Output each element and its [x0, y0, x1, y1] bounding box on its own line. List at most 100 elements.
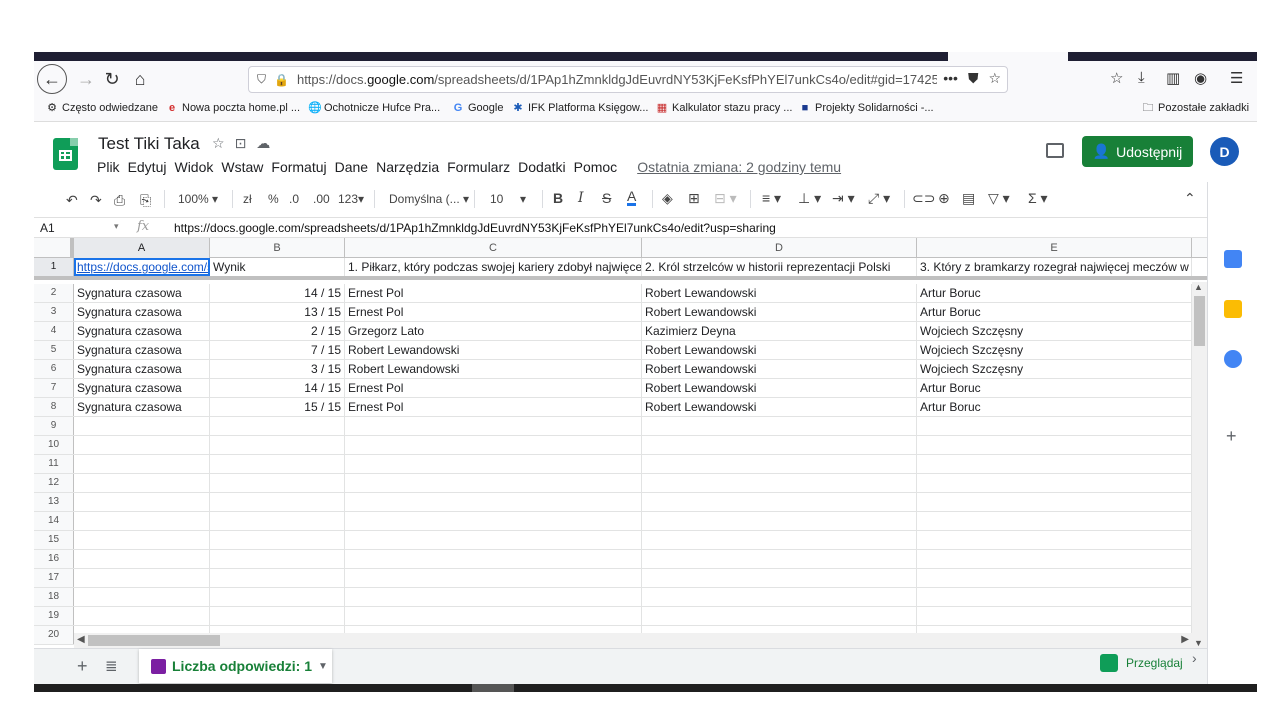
add-addon-icon[interactable]: + [1226, 426, 1237, 447]
table-cell[interactable] [345, 531, 642, 549]
table-cell[interactable] [210, 493, 345, 511]
table-cell[interactable]: Sygnatura czasowa [74, 341, 210, 359]
table-cell[interactable]: Ernest Pol [345, 284, 642, 302]
row-header[interactable]: 4 [34, 322, 74, 340]
table-cell[interactable] [917, 588, 1192, 606]
table-cell[interactable]: Ernest Pol [345, 398, 642, 416]
table-cell[interactable] [345, 569, 642, 587]
table-cell[interactable] [345, 588, 642, 606]
row-header[interactable]: 6 [34, 360, 74, 378]
table-cell[interactable]: 3 / 15 [210, 360, 345, 378]
table-cell[interactable] [642, 493, 917, 511]
table-cell[interactable] [74, 569, 210, 587]
table-cell[interactable]: Robert Lewandowski [642, 360, 917, 378]
star-icon[interactable]: ☆ [212, 135, 225, 152]
select-all-corner[interactable] [34, 238, 74, 258]
table-cell[interactable] [345, 550, 642, 568]
formula-input[interactable]: https://docs.google.com/spreadsheets/d/1… [174, 221, 776, 235]
table-cell[interactable] [74, 474, 210, 492]
row-header[interactable]: 10 [34, 436, 74, 454]
table-cell[interactable]: 13 / 15 [210, 303, 345, 321]
scroll-thumb[interactable] [1194, 296, 1205, 346]
row-header[interactable]: 16 [34, 550, 74, 568]
table-cell[interactable] [642, 607, 917, 625]
table-cell[interactable] [642, 512, 917, 530]
table-cell[interactable]: 2 / 15 [210, 322, 345, 340]
table-cell[interactable] [345, 455, 642, 473]
table-cell[interactable] [74, 550, 210, 568]
table-cell[interactable]: Sygnatura czasowa [74, 379, 210, 397]
table-cell[interactable] [210, 417, 345, 435]
table-cell[interactable]: Robert Lewandowski [345, 360, 642, 378]
cloud-status-icon[interactable]: ☁ [256, 135, 270, 152]
scroll-down-icon[interactable]: ▼ [1194, 638, 1203, 648]
bookmark-item[interactable]: ■ Projekty Solidarności -... [799, 102, 934, 114]
table-cell[interactable] [74, 531, 210, 549]
table-cell[interactable]: Robert Lewandowski [642, 341, 917, 359]
row-header[interactable]: 12 [34, 474, 74, 492]
table-cell[interactable] [210, 569, 345, 587]
chevron-down-icon[interactable]: ▼ [318, 661, 328, 672]
table-cell[interactable] [642, 417, 917, 435]
table-cell[interactable]: 14 / 15 [210, 379, 345, 397]
table-cell[interactable]: Sygnatura czasowa [74, 284, 210, 302]
bookmark-item[interactable]: ▦ Kalkulator stazu pracy ... [656, 102, 793, 114]
text-color-button[interactable]: A [627, 189, 637, 206]
italic-button[interactable]: I [578, 190, 584, 206]
bookmark-item[interactable]: 🌐 Ochotnicze Hufce Pra... [308, 102, 440, 114]
table-cell[interactable] [74, 607, 210, 625]
table-cell[interactable] [917, 569, 1192, 587]
table-cell[interactable] [74, 512, 210, 530]
row-header[interactable]: 8 [34, 398, 74, 416]
table-cell[interactable] [345, 474, 642, 492]
pocket-icon[interactable]: ⛊ [968, 70, 979, 87]
menu-plik[interactable]: Plik [97, 159, 120, 175]
chevron-down-icon[interactable]: ▾ [114, 221, 119, 232]
table-cell[interactable] [210, 474, 345, 492]
table-cell[interactable]: Kazimierz Deyna [642, 322, 917, 340]
fill-color-icon[interactable]: ◈ [662, 190, 673, 207]
add-sheet-icon[interactable]: + [77, 656, 88, 677]
bookmarks-icon[interactable]: ☆ [1110, 69, 1123, 87]
all-sheets-icon[interactable]: ≣ [105, 657, 118, 675]
table-cell[interactable] [210, 550, 345, 568]
row-header[interactable]: 5 [34, 341, 74, 359]
table-cell[interactable]: Robert Lewandowski [642, 379, 917, 397]
insert-comment-icon[interactable]: ⊕ [938, 190, 950, 207]
redo-icon[interactable]: ↷ [90, 192, 102, 209]
table-cell[interactable]: Grzegorz Lato [345, 322, 642, 340]
table-cell[interactable] [74, 417, 210, 435]
collapse-menus-icon[interactable]: ⌃ [1184, 190, 1196, 207]
bookmark-item[interactable]: G Google [452, 102, 504, 114]
table-cell[interactable]: Sygnatura czasowa [74, 360, 210, 378]
table-cell[interactable]: Ernest Pol [345, 303, 642, 321]
tasks-icon[interactable] [1224, 350, 1242, 368]
table-cell[interactable]: Robert Lewandowski [345, 341, 642, 359]
calendar-icon[interactable] [1224, 250, 1242, 268]
decrease-decimal-button[interactable]: .0 [289, 192, 299, 206]
menu-wstaw[interactable]: Wstaw [221, 159, 263, 175]
row-header[interactable]: 18 [34, 588, 74, 606]
column-header-b[interactable]: B [210, 238, 345, 258]
scroll-thumb[interactable] [88, 635, 220, 646]
cell-e1[interactable]: 3. Który z bramkarzy rozegrał najwięcej … [917, 258, 1192, 276]
table-cell[interactable]: Artur Boruc [917, 303, 1192, 321]
font-size-select[interactable]: 10 ▾ [490, 192, 526, 206]
table-cell[interactable] [917, 436, 1192, 454]
row-header[interactable]: 13 [34, 493, 74, 511]
bookmark-star-icon[interactable]: ☆ [988, 70, 1001, 87]
more-formats-select[interactable]: 123▾ [338, 192, 364, 206]
bold-button[interactable]: B [553, 190, 563, 206]
sheet-tab[interactable]: Liczba odpowiedzi: 1 ▼ [139, 649, 332, 683]
borders-icon[interactable]: ⊞ [688, 190, 700, 207]
align-horizontal-icon[interactable]: ≡ ▾ [762, 190, 781, 207]
table-cell[interactable] [642, 531, 917, 549]
table-cell[interactable] [210, 512, 345, 530]
bookmark-item[interactable]: e Nowa poczta home.pl ... [166, 102, 300, 114]
forward-icon[interactable]: → [72, 65, 100, 93]
table-cell[interactable] [74, 588, 210, 606]
filter-icon[interactable]: ▽ ▾ [988, 190, 1010, 207]
menu-formularz[interactable]: Formularz [447, 159, 510, 175]
url-bar[interactable]: ⛉ 🔒 https://docs. google.com/spreadsheets… [248, 66, 1008, 93]
print-icon[interactable]: ⎙ [114, 192, 125, 209]
